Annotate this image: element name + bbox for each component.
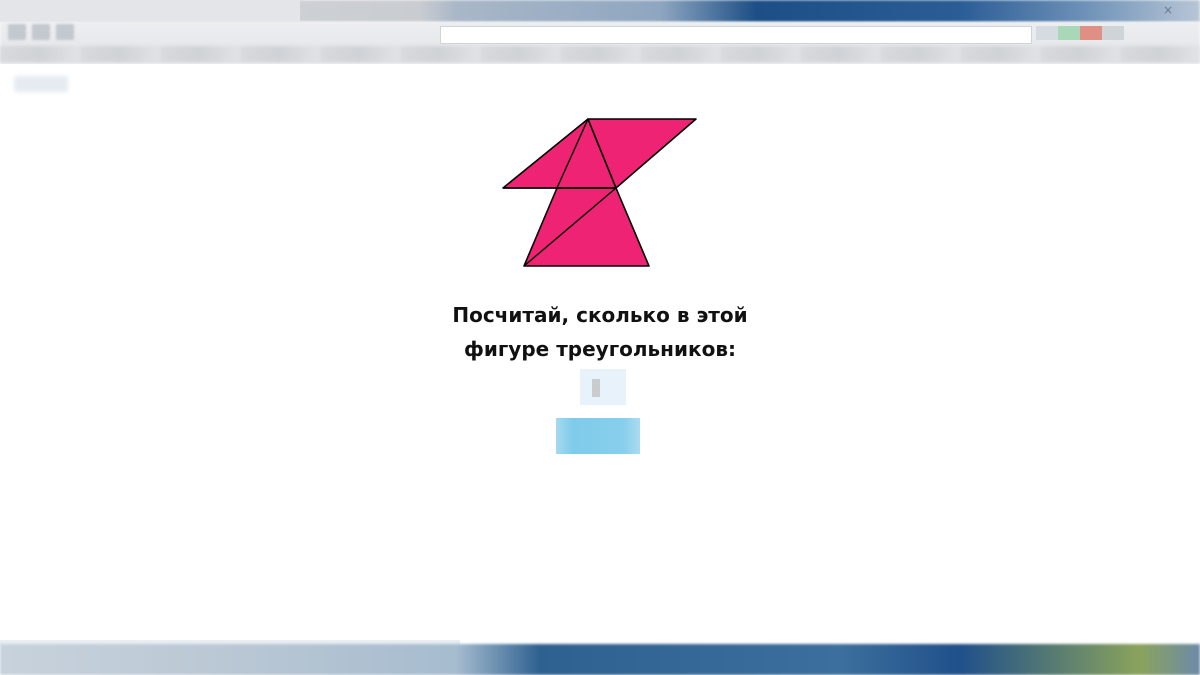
back-icon[interactable] [8,24,26,40]
tab-active[interactable] [0,0,300,22]
close-icon[interactable]: × [1160,2,1176,18]
address-bar[interactable] [440,26,1032,44]
figure-piece-bottom [523,187,650,267]
triangles-figure [502,118,697,267]
extension-icon[interactable] [1036,26,1058,40]
question-line-1: Посчитай, сколько в этой [452,303,748,327]
extension-icon[interactable] [1080,26,1102,40]
page-content: Посчитай, сколько в этой фигуре треуголь… [0,64,1200,644]
reload-icon[interactable] [56,24,74,40]
check-answer-button[interactable] [556,418,640,454]
answer-input[interactable] [580,369,626,405]
forward-icon[interactable] [32,24,50,40]
extension-icon[interactable] [1058,26,1080,40]
site-logo[interactable] [14,76,68,92]
question-line-2: фигуре треугольников: [464,337,736,361]
text-caret [592,379,600,397]
toolbar-icons [1036,26,1124,40]
nav-buttons [8,24,74,40]
taskbar [0,644,1200,675]
bookmarks-bar [0,46,1200,62]
question-text: Посчитай, сколько в этой фигуре треуголь… [400,298,800,366]
extension-icon[interactable] [1102,26,1124,40]
browser-chrome: × [0,0,1200,64]
